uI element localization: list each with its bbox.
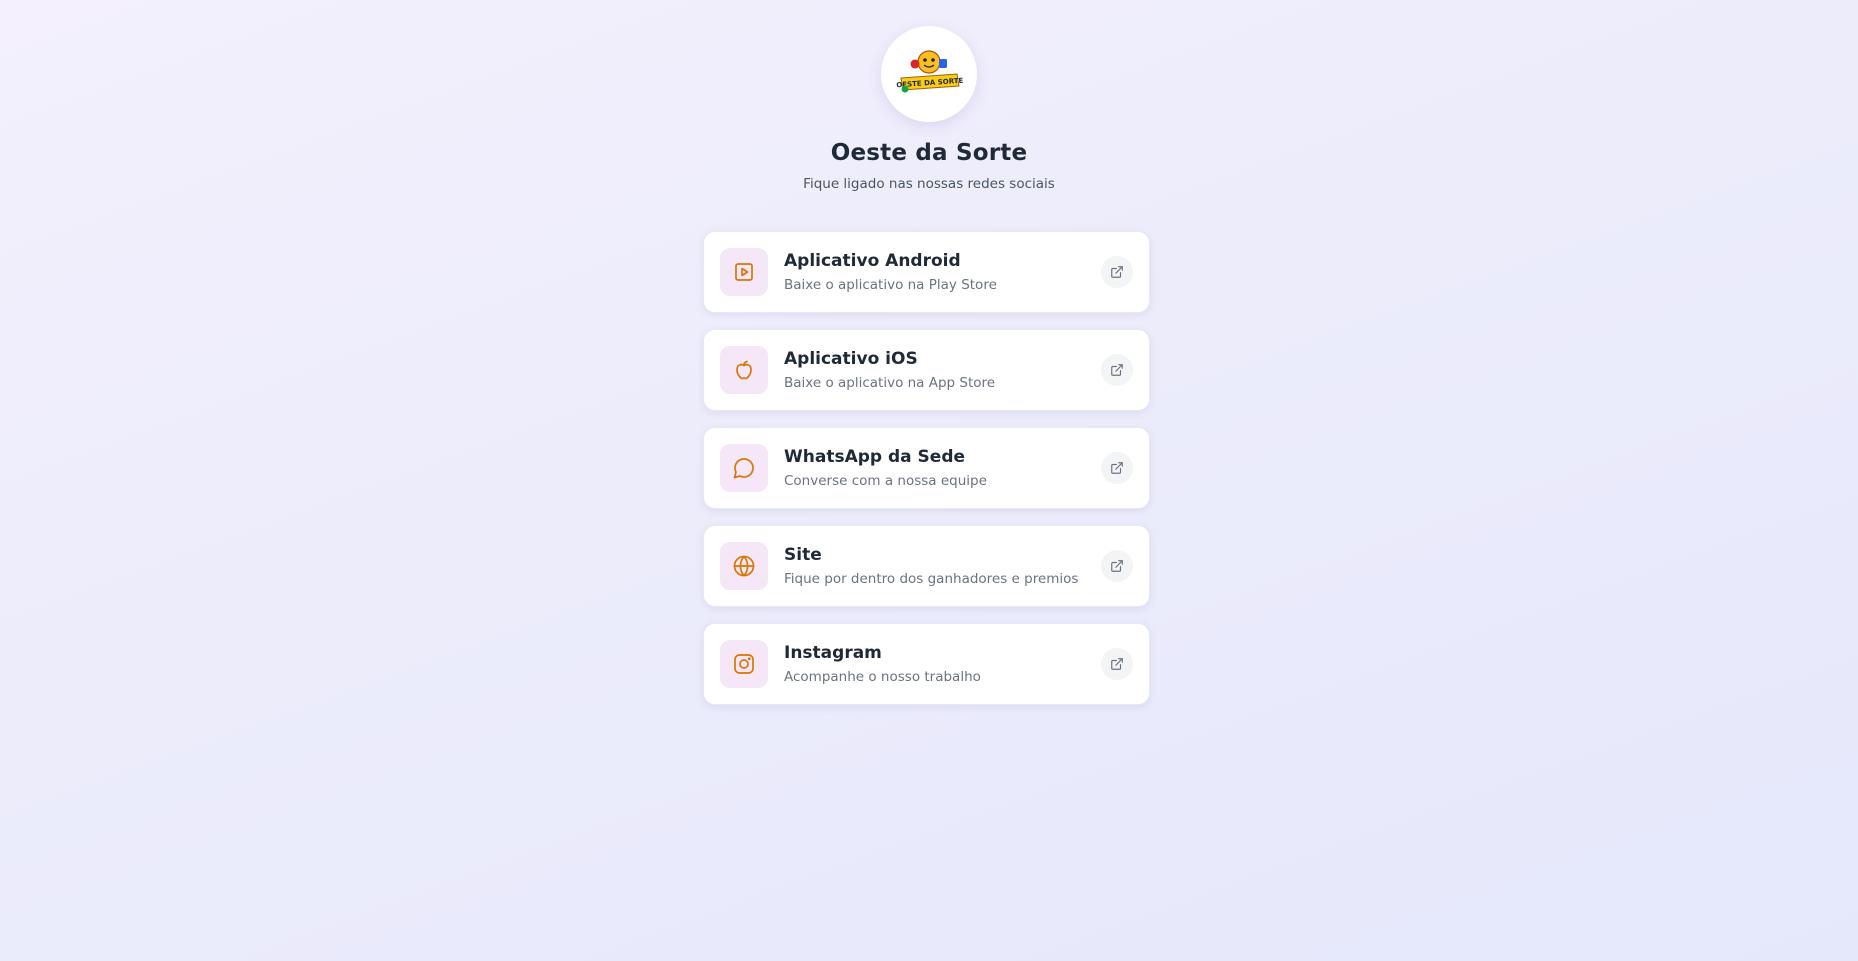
instagram-icon: [734, 654, 754, 674]
link-icon-container: [720, 542, 768, 590]
apple-icon: [736, 360, 752, 380]
logo-icon: OESTE DA SORTE: [896, 50, 963, 93]
link-card-instagram[interactable]: Instagram Acompanhe o nosso trabalho: [703, 623, 1150, 705]
link-card-site[interactable]: Site Fique por dentro dos ganhadores e p…: [703, 525, 1150, 607]
globe-icon: [733, 555, 755, 577]
link-description: Baixe o aplicativo na App Store: [784, 375, 996, 391]
avatar: OESTE DA SORTE: [881, 26, 977, 122]
link-card-android[interactable]: Aplicativo Android Baixe o aplicativo na…: [703, 231, 1150, 313]
link-list: Aplicativo Android Baixe o aplicativo na…: [703, 231, 1150, 705]
link-texts: Aplicativo Android Baixe o aplicativo na…: [784, 251, 1101, 293]
link-description: Fique por dentro dos ganhadores e premio…: [784, 571, 1079, 587]
link-description: Acompanhe o nosso trabalho: [784, 669, 981, 685]
profile-header: OESTE DA SORTE Oeste da Sorte Fique liga…: [0, 0, 1858, 192]
link-description: Baixe o aplicativo na Play Store: [784, 277, 997, 293]
link-title: Instagram: [784, 643, 882, 663]
link-texts: Instagram Acompanhe o nosso trabalho: [784, 643, 1101, 685]
link-icon-container: [720, 248, 768, 296]
link-title: Aplicativo iOS: [784, 349, 918, 369]
external-link-button[interactable]: [1101, 452, 1133, 484]
link-icon-container: [720, 640, 768, 688]
page-subtitle: Fique ligado nas nossas redes sociais: [803, 176, 1055, 192]
link-title: WhatsApp da Sede: [784, 447, 966, 467]
link-title: Aplicativo Android: [784, 251, 961, 271]
external-link-button[interactable]: [1101, 550, 1133, 582]
link-title: Site: [784, 545, 822, 565]
play-icon: [735, 263, 753, 281]
external-link-icon: [1111, 658, 1123, 670]
external-link-icon: [1111, 364, 1123, 376]
external-link-icon: [1111, 560, 1123, 572]
external-link-icon: [1111, 462, 1123, 474]
external-link-button[interactable]: [1101, 354, 1133, 386]
link-card-whatsapp[interactable]: WhatsApp da Sede Converse com a nossa eq…: [703, 427, 1150, 509]
external-link-button[interactable]: [1101, 648, 1133, 680]
link-texts: WhatsApp da Sede Converse com a nossa eq…: [784, 447, 1101, 489]
link-texts: Site Fique por dentro dos ganhadores e p…: [784, 545, 1101, 587]
link-texts: Aplicativo iOS Baixe o aplicativo na App…: [784, 349, 1101, 391]
link-icon-container: [720, 444, 768, 492]
link-description: Converse com a nossa equipe: [784, 473, 987, 489]
chat-icon: [733, 458, 754, 479]
link-icon-container: [720, 346, 768, 394]
external-link-button[interactable]: [1101, 256, 1133, 288]
external-link-icon: [1111, 266, 1123, 278]
link-card-ios[interactable]: Aplicativo iOS Baixe o aplicativo na App…: [703, 329, 1150, 411]
page-title: Oeste da Sorte: [830, 140, 1028, 166]
